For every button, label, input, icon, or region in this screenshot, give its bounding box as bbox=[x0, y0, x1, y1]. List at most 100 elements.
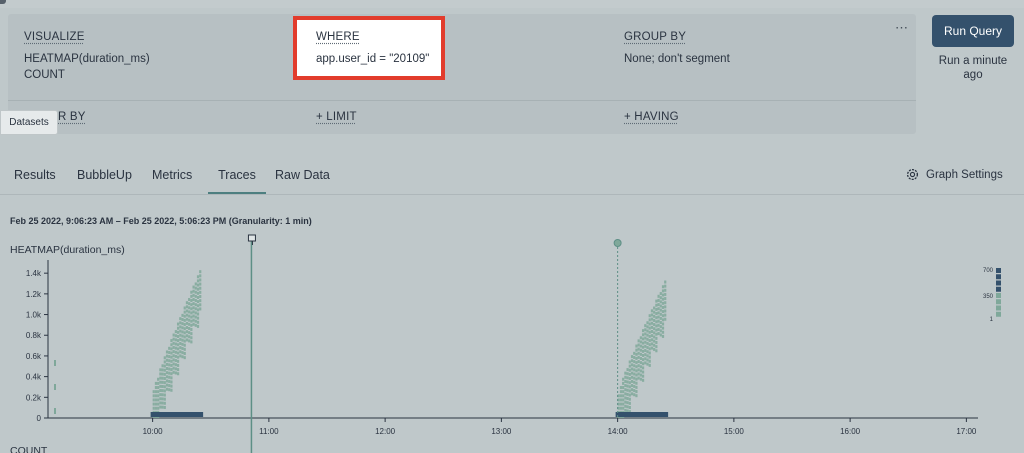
heatmap-cell bbox=[653, 335, 656, 339]
heatmap-cell bbox=[655, 332, 658, 336]
heatmap-cell bbox=[628, 401, 631, 405]
heatmap-cell bbox=[172, 345, 175, 349]
y-tick-label: 1.0k bbox=[26, 311, 42, 320]
heatmap-cell bbox=[185, 317, 189, 321]
heatmap-cell bbox=[192, 322, 195, 326]
heatmap-cell bbox=[655, 307, 658, 311]
where-clause[interactable]: app.user_id = "20109" bbox=[316, 51, 429, 67]
heatmap-cell bbox=[190, 319, 193, 323]
heatmap-cell bbox=[639, 369, 642, 373]
more-dots-icon[interactable]: ⋯ bbox=[895, 20, 909, 36]
heatmap-cell bbox=[188, 298, 191, 302]
heatmap-cell bbox=[190, 307, 193, 311]
heatmap-cell bbox=[190, 290, 193, 294]
heatmap-cell bbox=[657, 298, 660, 302]
heatmap-cell bbox=[199, 303, 202, 307]
heatmap-cell bbox=[163, 372, 166, 376]
group-by-value[interactable]: None; don't segment bbox=[624, 51, 730, 67]
heatmap-cell bbox=[196, 300, 200, 304]
legend-swatch bbox=[996, 293, 1001, 298]
heatmap-cell bbox=[152, 402, 155, 406]
heatmap-cell bbox=[626, 405, 629, 409]
heatmap-cell bbox=[619, 406, 623, 410]
x-tick-label: 13:00 bbox=[491, 427, 512, 436]
heatmap-cell bbox=[648, 347, 651, 351]
tab-raw-data[interactable]: Raw Data bbox=[275, 168, 330, 182]
heatmap-cell bbox=[628, 389, 631, 393]
tab-traces[interactable]: Traces bbox=[208, 168, 266, 194]
where-label[interactable]: WHERE bbox=[316, 31, 360, 43]
heatmap-cell bbox=[657, 323, 660, 327]
heatmap-cell bbox=[635, 381, 638, 385]
heatmap-cell bbox=[199, 295, 202, 298]
heatmap-cell bbox=[181, 330, 184, 334]
heatmap-cell bbox=[626, 372, 629, 376]
heatmap-cell bbox=[633, 376, 636, 380]
heatmap-cell bbox=[181, 355, 184, 359]
heatmap-cell bbox=[163, 405, 166, 409]
heatmap-cell bbox=[657, 294, 660, 298]
heatmap-cell bbox=[628, 360, 631, 364]
group-by-label[interactable]: GROUP BY bbox=[624, 31, 686, 43]
heatmap-cell bbox=[646, 325, 649, 329]
heatmap-cell bbox=[644, 353, 647, 357]
heatmap-cell bbox=[628, 372, 631, 376]
heatmap-cell bbox=[641, 337, 645, 341]
heatmap-cell bbox=[172, 341, 175, 345]
graph-settings-button[interactable]: Graph Settings bbox=[905, 167, 1003, 182]
legend-swatch bbox=[996, 311, 1001, 317]
limit-label[interactable]: + LIMIT bbox=[316, 111, 357, 123]
heatmap-cell bbox=[185, 338, 189, 342]
heatmap-cell bbox=[628, 397, 631, 401]
tab-bubbleup[interactable]: BubbleUp bbox=[77, 168, 132, 182]
heatmap-cell bbox=[637, 368, 640, 372]
run-query-button[interactable]: Run Query bbox=[932, 15, 1014, 47]
heatmap-cell bbox=[161, 364, 164, 368]
heatmap-cell bbox=[168, 355, 171, 359]
heatmap-chart[interactable]: 0 0.2k 0.4k 0.6k 0.8k 1.0k 1.2k 1.4k 10:00 11:00 1… bbox=[0, 228, 1024, 453]
heatmap-cell bbox=[179, 337, 182, 341]
heatmap-cell bbox=[622, 406, 625, 410]
tab-results[interactable]: Results bbox=[14, 168, 56, 182]
gear-icon bbox=[906, 168, 919, 181]
heatmap-cell bbox=[183, 356, 186, 360]
heatmap-cell bbox=[163, 368, 166, 372]
heatmap-cell bbox=[159, 368, 162, 372]
heatmap-cell bbox=[157, 386, 160, 390]
heatmap-cell bbox=[633, 360, 636, 364]
heatmap-cell bbox=[170, 351, 173, 355]
having-label[interactable]: + HAVING bbox=[624, 111, 679, 123]
heatmap-cell bbox=[196, 304, 200, 308]
datasets-tab[interactable]: Datasets bbox=[0, 110, 58, 135]
heatmap-cell bbox=[174, 359, 177, 363]
heatmap-cell bbox=[176, 343, 180, 347]
x-tick-label: 16:00 bbox=[840, 427, 861, 436]
heatmap-cell bbox=[159, 393, 162, 397]
heatmap-cell bbox=[168, 384, 171, 388]
heatmap-cell bbox=[622, 402, 625, 406]
heatmap-cell bbox=[168, 388, 171, 392]
heatmap-cell bbox=[633, 389, 636, 393]
heatmap-cell bbox=[190, 336, 193, 340]
heatmap-cell bbox=[648, 318, 651, 322]
heatmap-cell bbox=[188, 310, 191, 314]
heatmap-cell bbox=[657, 327, 660, 331]
heatmap-cell bbox=[637, 364, 640, 368]
heatmap-cell bbox=[179, 346, 182, 350]
heatmap-cell bbox=[644, 332, 647, 336]
heatmap-cell bbox=[648, 343, 651, 347]
heatmap-cell bbox=[183, 306, 186, 310]
visualize-label[interactable]: VISUALIZE bbox=[24, 31, 85, 43]
heatmap-cell bbox=[630, 359, 634, 363]
visualize-item-heatmap[interactable]: HEATMAP(duration_ms) bbox=[24, 51, 150, 67]
corner-icon bbox=[0, 0, 6, 4]
tab-metrics[interactable]: Metrics bbox=[152, 168, 192, 182]
heatmap-cell bbox=[650, 317, 654, 321]
heatmap-cell bbox=[635, 385, 638, 389]
heatmap-cell bbox=[168, 379, 171, 383]
visualize-item-count[interactable]: COUNT bbox=[24, 67, 65, 83]
heatmap-cell bbox=[659, 333, 662, 337]
heatmap-cell bbox=[168, 359, 171, 363]
heatmap-cell bbox=[174, 367, 177, 371]
heatmap-cell bbox=[157, 394, 160, 398]
